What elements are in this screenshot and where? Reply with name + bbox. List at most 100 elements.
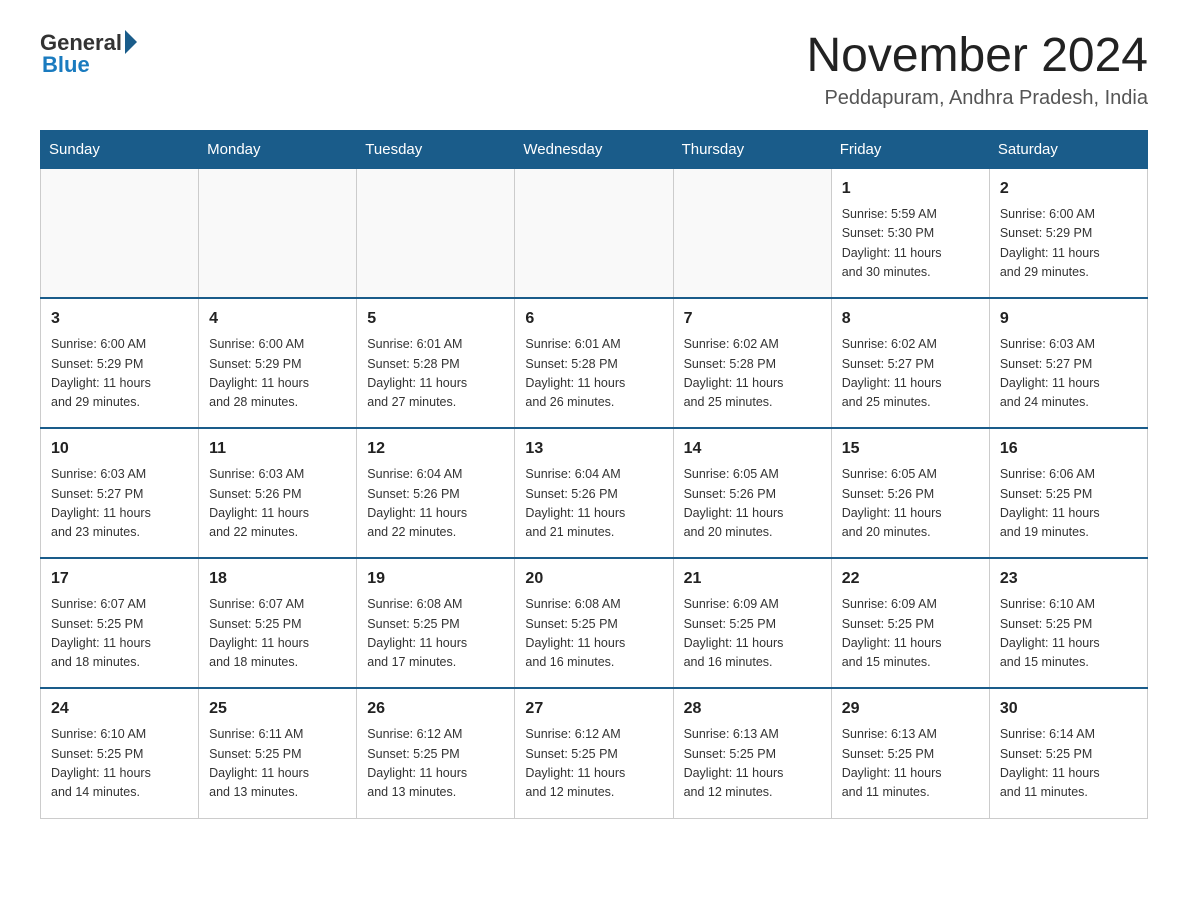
calendar-cell: 17Sunrise: 6:07 AM Sunset: 5:25 PM Dayli… (41, 558, 199, 688)
day-number: 4 (209, 307, 346, 331)
calendar-cell: 11 Sunrise: 6:03 AM Sunset: 5:26 PM Dayli… (199, 428, 357, 558)
calendar-cell: 2 Sunrise: 6:00 AM Sunset: 5:29 PM Daylig… (989, 168, 1147, 298)
logo-blue-text: Blue (42, 52, 137, 78)
day-number: 22 (842, 567, 979, 591)
calendar-cell: 16 Sunrise: 6:06 AM Sunset: 5:25 PM Dayli… (989, 428, 1147, 558)
calendar-cell: 12 Sunrise: 6:04 AM Sunset: 5:26 PM Dayli… (357, 428, 515, 558)
calendar-cell: 3 Sunrise: 6:00 AM Sunset: 5:29 PM Daylig… (41, 298, 199, 428)
calendar-cell: 18 Sunrise: 6:07 AM Sunset: 5:25 PM Dayli… (199, 558, 357, 688)
day-info: Sunrise: 6:10 AM Sunset: 5:25 PM Dayligh… (51, 725, 188, 803)
day-info: Sunrise: 6:00 AM Sunset: 5:29 PM Dayligh… (1000, 205, 1137, 283)
day-number: 8 (842, 307, 979, 331)
day-number: 13 (525, 437, 662, 461)
calendar-cell: 20Sunrise: 6:08 AM Sunset: 5:25 PM Dayli… (515, 558, 673, 688)
day-number: 21 (684, 567, 821, 591)
day-number: 2 (1000, 177, 1137, 201)
calendar-week-row: 3 Sunrise: 6:00 AM Sunset: 5:29 PM Daylig… (41, 298, 1148, 428)
calendar-cell: 29 Sunrise: 6:13 AM Sunset: 5:25 PM Dayli… (831, 688, 989, 818)
calendar-week-row: 10 Sunrise: 6:03 AM Sunset: 5:27 PM Dayli… (41, 428, 1148, 558)
calendar-week-row: 1 Sunrise: 5:59 AM Sunset: 5:30 PM Daylig… (41, 168, 1148, 298)
calendar-table: SundayMondayTuesdayWednesdayThursdayFrid… (40, 130, 1148, 819)
calendar-cell: 21 Sunrise: 6:09 AM Sunset: 5:25 PM Dayli… (673, 558, 831, 688)
day-number: 29 (842, 697, 979, 721)
calendar-cell: 24 Sunrise: 6:10 AM Sunset: 5:25 PM Dayli… (41, 688, 199, 818)
logo: General Blue (40, 30, 137, 78)
weekday-header-row: SundayMondayTuesdayWednesdayThursdayFrid… (41, 130, 1148, 168)
day-info: Sunrise: 6:14 AM Sunset: 5:25 PM Dayligh… (1000, 725, 1137, 803)
calendar-cell (41, 168, 199, 298)
day-number: 26 (367, 697, 504, 721)
day-info: Sunrise: 6:01 AM Sunset: 5:28 PM Dayligh… (525, 335, 662, 413)
calendar-cell: 1 Sunrise: 5:59 AM Sunset: 5:30 PM Daylig… (831, 168, 989, 298)
calendar-cell: 9 Sunrise: 6:03 AM Sunset: 5:27 PM Daylig… (989, 298, 1147, 428)
day-info: Sunrise: 6:13 AM Sunset: 5:25 PM Dayligh… (842, 725, 979, 803)
day-number: 1 (842, 177, 979, 201)
day-info: Sunrise: 6:05 AM Sunset: 5:26 PM Dayligh… (684, 465, 821, 543)
calendar-cell: 13 Sunrise: 6:04 AM Sunset: 5:26 PM Dayli… (515, 428, 673, 558)
day-info: Sunrise: 6:01 AM Sunset: 5:28 PM Dayligh… (367, 335, 504, 413)
day-number: 12 (367, 437, 504, 461)
calendar-cell: 22 Sunrise: 6:09 AM Sunset: 5:25 PM Dayli… (831, 558, 989, 688)
weekday-header-wednesday: Wednesday (515, 130, 673, 168)
day-info: Sunrise: 6:05 AM Sunset: 5:26 PM Dayligh… (842, 465, 979, 543)
day-number: 15 (842, 437, 979, 461)
day-number: 6 (525, 307, 662, 331)
day-info: Sunrise: 6:03 AM Sunset: 5:26 PM Dayligh… (209, 465, 346, 543)
day-number: 9 (1000, 307, 1137, 331)
day-number: 14 (684, 437, 821, 461)
calendar-subtitle: Peddapuram, Andhra Pradesh, India (806, 87, 1148, 110)
day-info: Sunrise: 6:03 AM Sunset: 5:27 PM Dayligh… (51, 465, 188, 543)
calendar-cell: 23Sunrise: 6:10 AM Sunset: 5:25 PM Dayli… (989, 558, 1147, 688)
weekday-header-thursday: Thursday (673, 130, 831, 168)
calendar-cell: 15 Sunrise: 6:05 AM Sunset: 5:26 PM Dayli… (831, 428, 989, 558)
weekday-header-saturday: Saturday (989, 130, 1147, 168)
day-number: 23 (1000, 567, 1137, 591)
calendar-cell: 6 Sunrise: 6:01 AM Sunset: 5:28 PM Daylig… (515, 298, 673, 428)
page-header: General Blue November 2024 Peddapuram, A… (40, 30, 1148, 110)
day-info: Sunrise: 6:06 AM Sunset: 5:25 PM Dayligh… (1000, 465, 1137, 543)
title-block: November 2024 Peddapuram, Andhra Pradesh… (806, 30, 1148, 110)
day-info: Sunrise: 6:09 AM Sunset: 5:25 PM Dayligh… (684, 595, 821, 673)
day-info: Sunrise: 5:59 AM Sunset: 5:30 PM Dayligh… (842, 205, 979, 283)
weekday-header-sunday: Sunday (41, 130, 199, 168)
calendar-cell (673, 168, 831, 298)
calendar-cell: 10 Sunrise: 6:03 AM Sunset: 5:27 PM Dayli… (41, 428, 199, 558)
calendar-cell: 8 Sunrise: 6:02 AM Sunset: 5:27 PM Daylig… (831, 298, 989, 428)
calendar-cell: 28Sunrise: 6:13 AM Sunset: 5:25 PM Dayli… (673, 688, 831, 818)
calendar-cell: 19 Sunrise: 6:08 AM Sunset: 5:25 PM Dayli… (357, 558, 515, 688)
calendar-cell (199, 168, 357, 298)
day-info: Sunrise: 6:09 AM Sunset: 5:25 PM Dayligh… (842, 595, 979, 673)
day-number: 27 (525, 697, 662, 721)
day-number: 11 (209, 437, 346, 461)
day-info: Sunrise: 6:00 AM Sunset: 5:29 PM Dayligh… (51, 335, 188, 413)
calendar-cell: 5 Sunrise: 6:01 AM Sunset: 5:28 PM Daylig… (357, 298, 515, 428)
calendar-cell: 4 Sunrise: 6:00 AM Sunset: 5:29 PM Daylig… (199, 298, 357, 428)
day-info: Sunrise: 6:07 AM Sunset: 5:25 PM Dayligh… (209, 595, 346, 673)
day-info: Sunrise: 6:08 AM Sunset: 5:25 PM Dayligh… (367, 595, 504, 673)
calendar-cell: 26Sunrise: 6:12 AM Sunset: 5:25 PM Dayli… (357, 688, 515, 818)
day-number: 16 (1000, 437, 1137, 461)
day-info: Sunrise: 6:08 AM Sunset: 5:25 PM Dayligh… (525, 595, 662, 673)
day-number: 25 (209, 697, 346, 721)
day-info: Sunrise: 6:02 AM Sunset: 5:28 PM Dayligh… (684, 335, 821, 413)
calendar-cell: 27Sunrise: 6:12 AM Sunset: 5:25 PM Dayli… (515, 688, 673, 818)
calendar-cell (357, 168, 515, 298)
calendar-cell: 14 Sunrise: 6:05 AM Sunset: 5:26 PM Dayli… (673, 428, 831, 558)
calendar-cell: 30Sunrise: 6:14 AM Sunset: 5:25 PM Dayli… (989, 688, 1147, 818)
day-number: 19 (367, 567, 504, 591)
day-number: 5 (367, 307, 504, 331)
day-info: Sunrise: 6:04 AM Sunset: 5:26 PM Dayligh… (367, 465, 504, 543)
day-info: Sunrise: 6:03 AM Sunset: 5:27 PM Dayligh… (1000, 335, 1137, 413)
day-info: Sunrise: 6:11 AM Sunset: 5:25 PM Dayligh… (209, 725, 346, 803)
day-number: 3 (51, 307, 188, 331)
day-info: Sunrise: 6:04 AM Sunset: 5:26 PM Dayligh… (525, 465, 662, 543)
day-info: Sunrise: 6:07 AM Sunset: 5:25 PM Dayligh… (51, 595, 188, 673)
weekday-header-tuesday: Tuesday (357, 130, 515, 168)
day-info: Sunrise: 6:02 AM Sunset: 5:27 PM Dayligh… (842, 335, 979, 413)
day-number: 10 (51, 437, 188, 461)
day-number: 18 (209, 567, 346, 591)
logo-arrow-icon (125, 30, 137, 54)
day-number: 24 (51, 697, 188, 721)
day-info: Sunrise: 6:00 AM Sunset: 5:29 PM Dayligh… (209, 335, 346, 413)
day-info: Sunrise: 6:13 AM Sunset: 5:25 PM Dayligh… (684, 725, 821, 803)
